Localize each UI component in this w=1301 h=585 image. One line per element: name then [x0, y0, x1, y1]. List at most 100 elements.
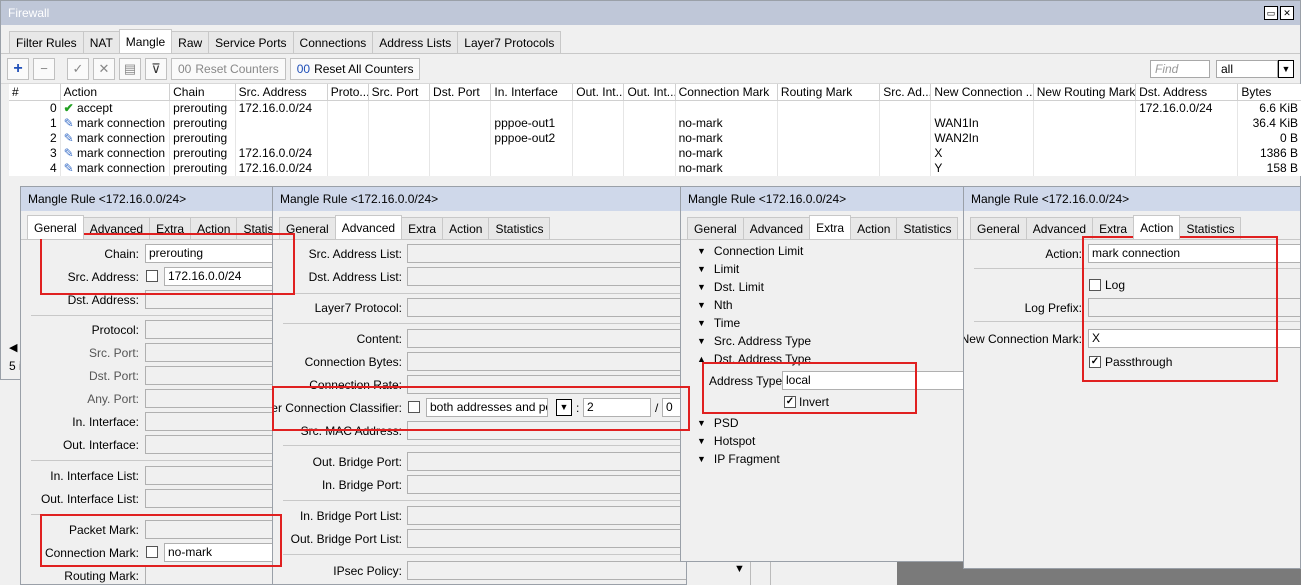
- new-connection-mark-input[interactable]: X: [1088, 329, 1300, 348]
- section-connection-limit[interactable]: ▼ Connection Limit: [697, 242, 803, 260]
- tab-advanced[interactable]: Advanced: [82, 217, 151, 239]
- content-input[interactable]: [407, 329, 686, 348]
- tab-connections[interactable]: Connections: [292, 31, 374, 53]
- src-mac-input[interactable]: [407, 421, 686, 440]
- ipsec-policy-select[interactable]: [407, 561, 686, 580]
- tab-general[interactable]: General: [279, 217, 336, 239]
- log-checkbox[interactable]: [1089, 279, 1101, 291]
- tab-mangle[interactable]: Mangle: [118, 29, 173, 53]
- filter-select[interactable]: all: [1216, 59, 1278, 78]
- tab-general[interactable]: General: [970, 217, 1027, 239]
- protocol-input[interactable]: [145, 320, 281, 339]
- pcc-type-select[interactable]: both addresses and ports: [426, 398, 548, 417]
- tab-advanced[interactable]: Advanced: [1025, 217, 1094, 239]
- table-row[interactable]: 4 ✎ mark connection prerouting 172.16.0.0/2…: [9, 160, 1301, 176]
- tab-general[interactable]: General: [687, 217, 744, 239]
- section-dst-address-type[interactable]: ▲ Dst. Address Type: [697, 350, 811, 368]
- dst-address-list-input[interactable]: [407, 267, 686, 286]
- tab-statistics[interactable]: Statistics: [896, 217, 959, 239]
- tab-extra[interactable]: Extra: [401, 217, 444, 239]
- column-header[interactable]: Dst. Port: [429, 84, 492, 101]
- tab-nat[interactable]: NAT: [82, 31, 120, 53]
- disable-icon[interactable]: ✕: [93, 57, 115, 80]
- src-address-invert-checkbox[interactable]: [146, 270, 158, 282]
- any-port-input[interactable]: [145, 389, 281, 408]
- section-psd[interactable]: ▼ PSD: [697, 414, 739, 432]
- filter-icon[interactable]: ⊽: [145, 57, 167, 80]
- column-header[interactable]: Proto...: [327, 84, 369, 101]
- tab-statistics[interactable]: Statistics: [488, 217, 551, 239]
- layer7-protocol-input[interactable]: [407, 298, 686, 317]
- tab-action[interactable]: Action: [850, 217, 898, 239]
- log-prefix-input[interactable]: [1088, 298, 1300, 317]
- src-address-list-input[interactable]: [407, 244, 686, 263]
- remove-icon[interactable]: −: [33, 57, 55, 80]
- column-header[interactable]: #: [9, 84, 61, 101]
- tab-general[interactable]: General: [27, 215, 84, 239]
- tab-extra[interactable]: Extra: [1092, 217, 1135, 239]
- section-nth[interactable]: ▼ Nth: [697, 296, 733, 314]
- in-interface-list-input[interactable]: [145, 466, 281, 485]
- passthrough-checkbox[interactable]: ✓: [1089, 356, 1101, 368]
- scroll-left-icon[interactable]: ◀: [9, 341, 17, 354]
- tab-advanced[interactable]: Advanced: [334, 215, 403, 239]
- column-header[interactable]: New Routing Mark: [1033, 84, 1137, 101]
- section-limit[interactable]: ▼ Limit: [697, 260, 739, 278]
- column-header[interactable]: Dst. Address: [1135, 84, 1239, 101]
- tab-service-ports[interactable]: Service Ports: [208, 31, 294, 53]
- reset-counters-button[interactable]: 00 Reset Counters: [171, 57, 286, 80]
- section-ip-fragment[interactable]: ▼ IP Fragment: [697, 450, 780, 468]
- src-port-input[interactable]: [145, 343, 281, 362]
- chevron-down-icon[interactable]: ▼: [1278, 59, 1294, 78]
- in-bridge-port-list-input[interactable]: [407, 506, 686, 525]
- enable-icon[interactable]: ✓: [67, 57, 89, 80]
- column-header[interactable]: Src. Ad...: [879, 84, 932, 101]
- section-dst-limit[interactable]: ▼ Dst. Limit: [697, 278, 764, 296]
- address-type-select[interactable]: local: [782, 371, 969, 390]
- column-header[interactable]: Src. Address: [235, 84, 328, 101]
- column-header[interactable]: Out. Int...: [623, 84, 676, 101]
- action-select[interactable]: mark connection: [1088, 244, 1300, 263]
- in-bridge-port-input[interactable]: [407, 475, 686, 494]
- section-time[interactable]: ▼ Time: [697, 314, 740, 332]
- connection-bytes-input[interactable]: [407, 352, 686, 371]
- column-header[interactable]: Bytes: [1237, 84, 1301, 101]
- find-input[interactable]: Find: [1150, 59, 1210, 78]
- tab-statistics[interactable]: Statistics: [1179, 217, 1242, 239]
- section-hotspot[interactable]: ▼ Hotspot: [697, 432, 755, 450]
- chain-select[interactable]: prerouting: [145, 244, 281, 263]
- routing-mark-input[interactable]: [145, 566, 281, 584]
- out-bridge-port-list-input[interactable]: [407, 529, 686, 548]
- tab-extra[interactable]: Extra: [809, 215, 852, 239]
- in-interface-input[interactable]: [145, 412, 281, 431]
- packet-mark-input[interactable]: [145, 520, 281, 539]
- restore-icon[interactable]: ▭: [1264, 6, 1278, 20]
- tab-raw[interactable]: Raw: [171, 31, 210, 53]
- column-header[interactable]: Routing Mark: [777, 84, 881, 101]
- tab-filter-rules[interactable]: Filter Rules: [9, 31, 84, 53]
- tab-action[interactable]: Action: [1133, 215, 1181, 239]
- comment-icon[interactable]: ▤: [119, 57, 141, 80]
- column-header[interactable]: Action: [60, 84, 171, 101]
- column-header[interactable]: In. Interface: [490, 84, 574, 101]
- dst-port-input[interactable]: [145, 366, 281, 385]
- chevron-down-icon[interactable]: ▼: [734, 563, 745, 575]
- table-row[interactable]: 1 ✎ mark connection prerouting pppoe-out1 no…: [9, 115, 1301, 131]
- table-row[interactable]: 0 ✔ accept prerouting 172.16.0.0/24 172.16.0…: [9, 100, 1301, 116]
- invert-checkbox[interactable]: ✓: [784, 396, 796, 408]
- tab-action[interactable]: Action: [190, 217, 238, 239]
- column-header[interactable]: New Connection ...: [930, 84, 1034, 101]
- out-interface-input[interactable]: [145, 435, 281, 454]
- out-bridge-port-input[interactable]: [407, 452, 686, 471]
- src-address-input[interactable]: 172.16.0.0/24: [164, 267, 281, 286]
- pcc-invert-checkbox[interactable]: [408, 401, 420, 413]
- column-header[interactable]: Chain: [169, 84, 236, 101]
- reset-all-counters-button[interactable]: 00 Reset All Counters: [289, 57, 421, 80]
- column-header[interactable]: Connection Mark: [675, 84, 778, 101]
- tab-layer7-protocols[interactable]: Layer7 Protocols: [457, 31, 562, 53]
- connection-mark-invert-checkbox[interactable]: [146, 546, 158, 558]
- table-row[interactable]: 2 ✎ mark connection prerouting pppoe-out2 no…: [9, 130, 1301, 146]
- column-header[interactable]: Src. Port: [368, 84, 431, 101]
- connection-rate-input[interactable]: [407, 375, 686, 394]
- column-header[interactable]: Out. Int...: [572, 84, 625, 101]
